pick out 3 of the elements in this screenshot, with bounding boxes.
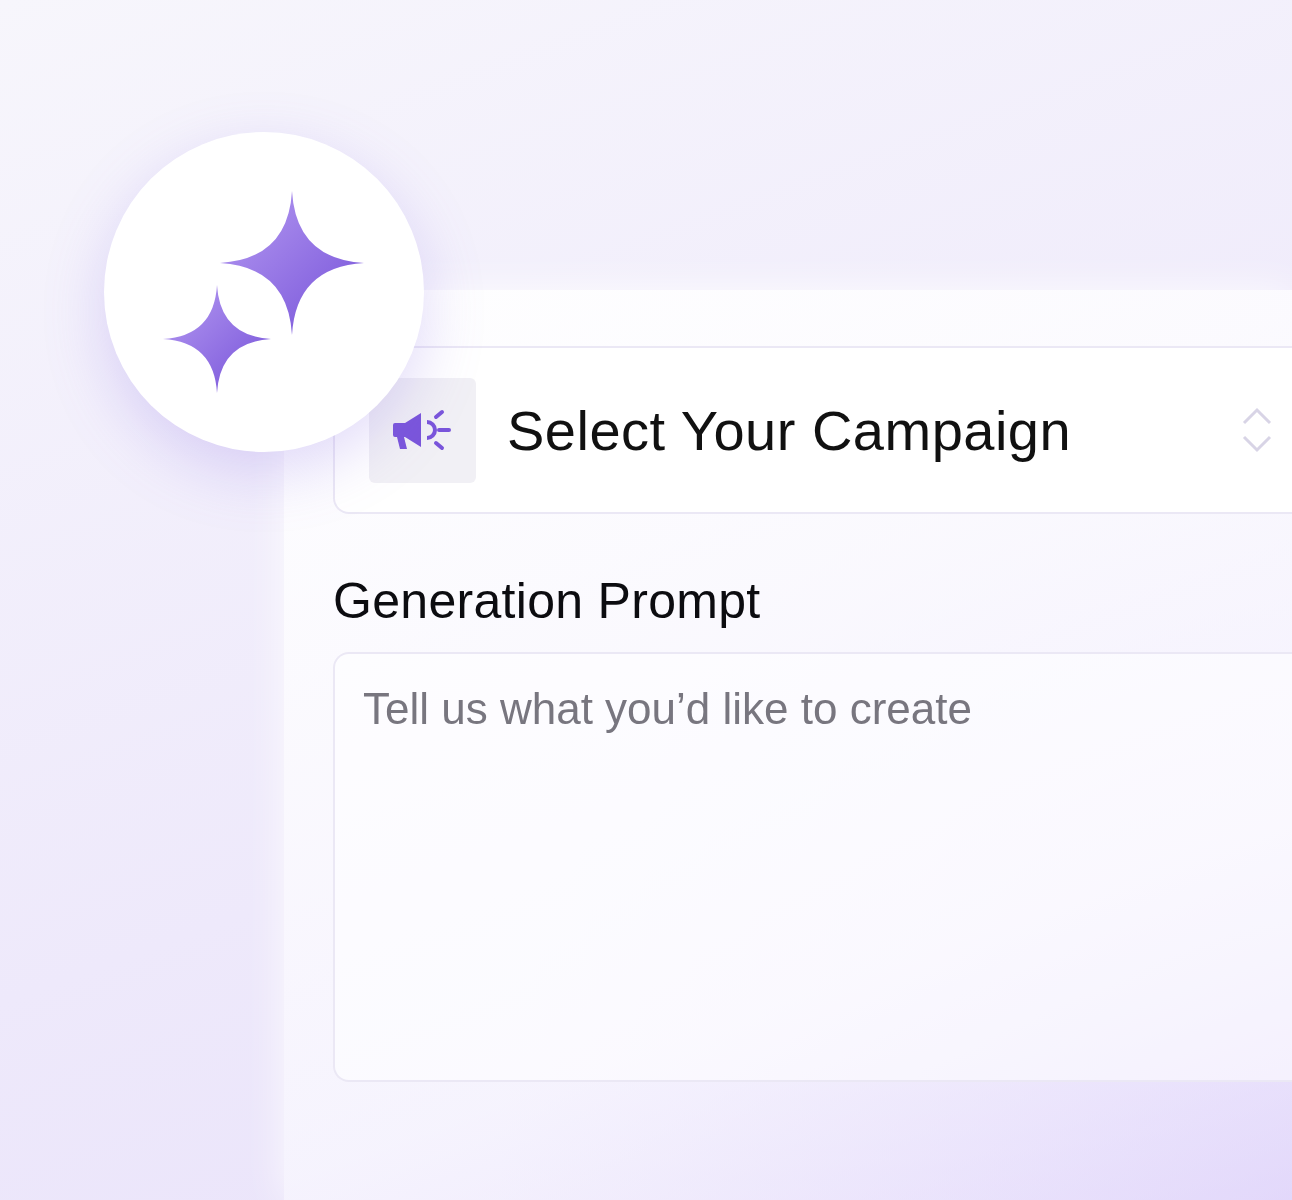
- up-down-chevron-icon: [1242, 407, 1272, 453]
- prompt-label: Generation Prompt: [333, 572, 762, 630]
- prompt-field[interactable]: Tell us what you’d like to create: [333, 652, 1292, 1082]
